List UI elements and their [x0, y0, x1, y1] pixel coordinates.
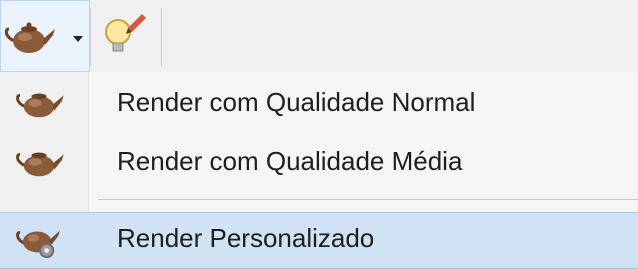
- teapot-icon[interactable]: [3, 15, 57, 59]
- toolbar-separator: [90, 8, 91, 66]
- teapot-icon: [14, 84, 66, 122]
- render-dropdown-menu: Render com Qualidade Normal Render com Q…: [0, 72, 638, 269]
- lightbulb-icon[interactable]: [98, 10, 150, 62]
- teapot-icon: [14, 143, 66, 181]
- render-split-button[interactable]: [0, 0, 90, 72]
- menu-item-render-normal[interactable]: Render com Qualidade Normal: [0, 75, 638, 131]
- menu-item-label: Render com Qualidade Normal: [117, 87, 476, 117]
- menu-separator: [98, 199, 638, 200]
- menu-item-render-medium[interactable]: Render com Qualidade Média: [0, 134, 638, 190]
- toolbar-separator: [161, 8, 162, 66]
- menu-item-render-custom[interactable]: Render Personalizado: [0, 212, 638, 269]
- chevron-down-icon[interactable]: [67, 27, 89, 49]
- menu-item-label: Render com Qualidade Média: [117, 146, 463, 176]
- render-toolbar: [0, 0, 638, 73]
- teapot-gear-icon: [14, 221, 66, 259]
- menu-item-label: Render Personalizado: [117, 223, 375, 253]
